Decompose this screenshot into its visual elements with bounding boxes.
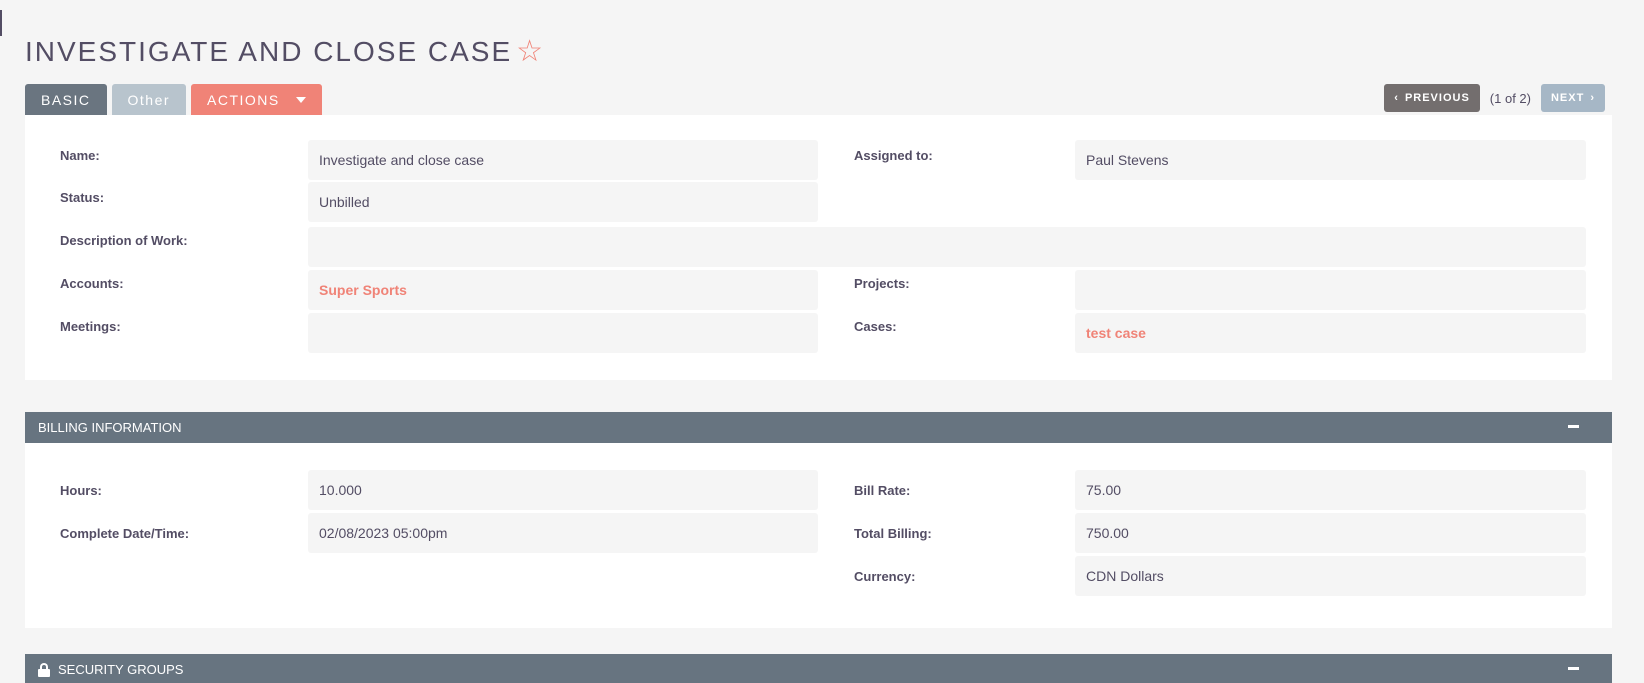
cases-label: Cases: xyxy=(854,319,897,334)
lock-icon xyxy=(38,662,50,677)
meetings-field[interactable] xyxy=(308,313,818,353)
chevron-left-icon: ‹ xyxy=(1394,92,1399,104)
bill-rate-label: Bill Rate: xyxy=(854,483,911,498)
billing-header-label: BILLING INFORMATION xyxy=(38,420,182,435)
previous-button[interactable]: ‹ PREVIOUS xyxy=(1384,84,1480,112)
accounts-label: Accounts: xyxy=(60,276,124,291)
status-field[interactable]: Unbilled xyxy=(308,182,818,222)
security-section-header[interactable]: SECURITY GROUPS xyxy=(25,654,1612,683)
currency-field[interactable]: CDN Dollars xyxy=(1075,556,1586,596)
page-title-text: INVESTIGATE AND CLOSE CASE xyxy=(25,36,513,67)
basic-panel: Name: Investigate and close case Assigne… xyxy=(25,115,1612,380)
pager-count: (1 of 2) xyxy=(1489,90,1531,106)
tab-other[interactable]: Other xyxy=(111,84,187,115)
projects-label: Projects: xyxy=(854,276,910,291)
collapse-icon[interactable] xyxy=(1568,425,1579,428)
chevron-right-icon: › xyxy=(1590,92,1595,104)
complete-field[interactable]: 02/08/2023 05:00pm xyxy=(308,513,818,553)
hours-field[interactable]: 10.000 xyxy=(308,470,818,510)
caret-down-icon xyxy=(295,96,306,103)
currency-label: Currency: xyxy=(854,569,916,584)
collapse-icon[interactable] xyxy=(1568,667,1579,670)
name-label: Name: xyxy=(60,148,100,163)
description-label: Description of Work: xyxy=(60,233,188,248)
previous-label: PREVIOUS xyxy=(1404,92,1470,104)
left-edge-marker xyxy=(0,10,2,36)
accounts-field: Super Sports xyxy=(308,270,818,310)
hours-label: Hours: xyxy=(60,483,102,498)
favorite-star-icon[interactable]: ☆ xyxy=(516,37,545,67)
tab-basic[interactable]: BASIC xyxy=(25,84,107,115)
bill-rate-field[interactable]: 75.00 xyxy=(1075,470,1586,510)
assigned-label: Assigned to: xyxy=(854,148,933,163)
billing-panel: Hours: 10.000 Bill Rate: 75.00 Complete … xyxy=(25,443,1612,628)
actions-label: ACTIONS xyxy=(207,91,280,108)
security-header-label: SECURITY GROUPS xyxy=(58,662,184,677)
complete-label: Complete Date/Time: xyxy=(60,526,190,541)
tab-bar: BASIC Other ACTIONS xyxy=(25,84,322,115)
name-field[interactable]: Investigate and close case xyxy=(308,140,818,180)
next-label: NEXT xyxy=(1550,92,1585,104)
actions-dropdown[interactable]: ACTIONS xyxy=(191,84,322,115)
cases-link[interactable]: test case xyxy=(1086,325,1146,341)
status-label: Status: xyxy=(60,190,105,205)
record-pager: ‹ PREVIOUS (1 of 2) NEXT › xyxy=(1384,84,1605,112)
meetings-label: Meetings: xyxy=(60,319,121,334)
description-field[interactable] xyxy=(308,227,1586,267)
accounts-link[interactable]: Super Sports xyxy=(319,282,407,298)
cases-field: test case xyxy=(1075,313,1586,353)
next-button[interactable]: NEXT › xyxy=(1540,84,1605,112)
total-billing-label: Total Billing: xyxy=(854,526,932,541)
total-billing-field[interactable]: 750.00 xyxy=(1075,513,1586,553)
page-title: INVESTIGATE AND CLOSE CASE ☆ xyxy=(25,36,545,68)
assigned-field[interactable]: Paul Stevens xyxy=(1075,140,1586,180)
projects-field[interactable] xyxy=(1075,270,1586,310)
billing-section-header[interactable]: BILLING INFORMATION xyxy=(25,412,1612,443)
